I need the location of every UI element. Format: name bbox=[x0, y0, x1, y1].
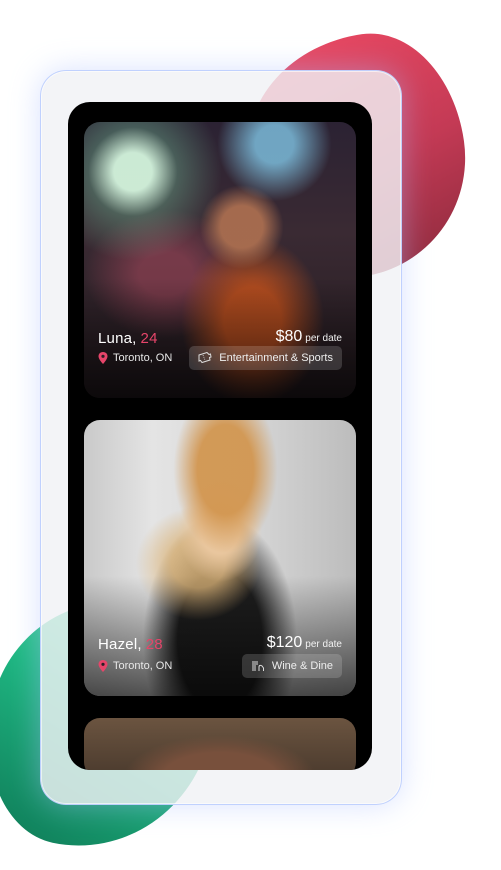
profile-age: 28 bbox=[145, 636, 163, 653]
profile-name-text: Luna, bbox=[98, 330, 137, 347]
price-value: $80 bbox=[275, 328, 303, 345]
profile-name: Luna, 24 bbox=[98, 330, 158, 347]
profile-price: $120 per date bbox=[267, 634, 342, 652]
price-value: $120 bbox=[266, 634, 303, 651]
profile-age: 24 bbox=[140, 330, 158, 347]
profile-location: Toronto, ON bbox=[98, 660, 172, 672]
category-label: Entertainment & Sports bbox=[219, 352, 333, 364]
location-pin-icon bbox=[98, 660, 108, 672]
category-chip[interactable]: Entertainment & Sports bbox=[189, 346, 342, 370]
profile-card-luna[interactable]: Luna, 24 $80 per date Toronto, ON Entertai… bbox=[84, 122, 356, 398]
phone-screen: Luna, 24 $80 per date Toronto, ON Entertai… bbox=[68, 102, 372, 770]
category-label: Wine & Dine bbox=[271, 660, 333, 672]
profile-price: $80 per date bbox=[276, 328, 342, 346]
dining-icon bbox=[252, 661, 264, 671]
location-pin-icon bbox=[98, 352, 108, 364]
price-unit: per date bbox=[305, 333, 342, 344]
location-text: Toronto, ON bbox=[113, 660, 173, 672]
profile-location: Toronto, ON bbox=[98, 352, 172, 364]
profile-name-text: Hazel, bbox=[98, 636, 142, 653]
price-unit: per date bbox=[305, 639, 342, 650]
profile-card-hazel[interactable]: Hazel, 28 $120 per date Toronto, ON Wine &… bbox=[84, 420, 356, 696]
profile-card-next[interactable] bbox=[84, 718, 356, 770]
location-text: Toronto, ON bbox=[113, 352, 173, 364]
ticket-icon bbox=[198, 352, 212, 364]
profile-name: Hazel, 28 bbox=[98, 636, 163, 653]
category-chip[interactable]: Wine & Dine bbox=[241, 654, 342, 678]
